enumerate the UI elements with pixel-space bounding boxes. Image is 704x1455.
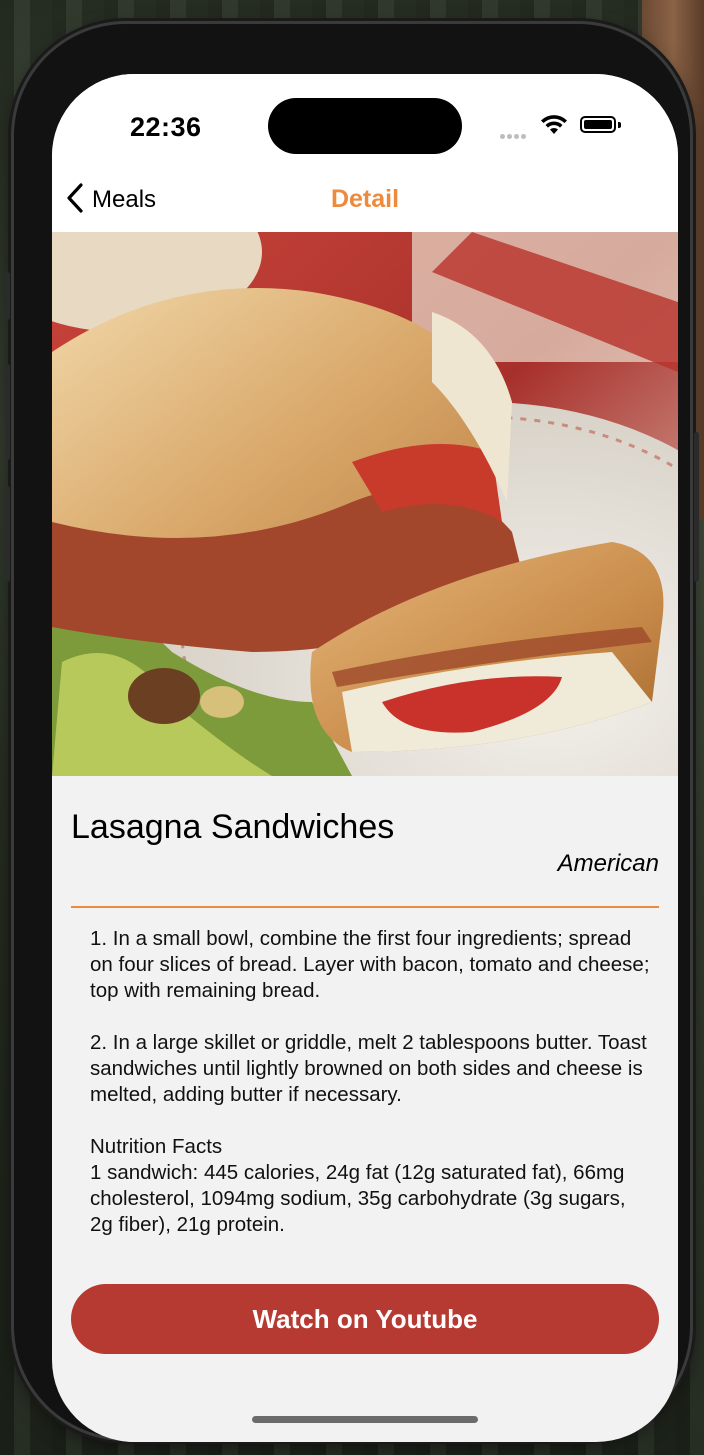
- status-time: 22:36: [130, 112, 202, 142]
- meal-name: Lasagna Sandwiches: [71, 808, 395, 846]
- divider: [71, 906, 659, 908]
- side-button-mute: [5, 272, 10, 320]
- watch-youtube-button[interactable]: Watch on Youtube: [71, 1284, 659, 1354]
- battery-icon: [580, 116, 616, 133]
- home-indicator[interactable]: [252, 1416, 478, 1423]
- side-button-power: [694, 432, 699, 582]
- battery-tip: [618, 122, 621, 128]
- status-bar: 22:36: [52, 74, 678, 180]
- meal-image: [52, 232, 678, 776]
- navigation-bar: Meals Detail: [52, 180, 678, 232]
- wifi-icon: [540, 114, 568, 141]
- meal-area: American: [557, 850, 659, 877]
- meal-instructions: 1. In a small bowl, combine the first fo…: [90, 927, 650, 1236]
- nav-title: Detail: [330, 185, 400, 213]
- side-button-volume-up: [5, 364, 10, 460]
- dynamic-island: [268, 98, 462, 154]
- app-screen: 22:36 Meals Detail Lasagna Sandwiches Am…: [52, 74, 678, 1442]
- signal-dots-icon: [500, 126, 528, 144]
- side-button-volume-down: [5, 486, 10, 582]
